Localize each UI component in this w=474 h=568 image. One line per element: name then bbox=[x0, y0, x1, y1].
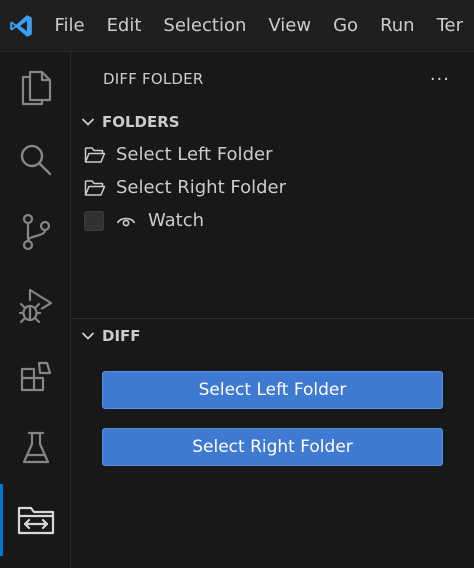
title-bar: File Edit Selection View Go Run Ter bbox=[0, 0, 474, 52]
vscode-logo-icon bbox=[0, 0, 42, 51]
watch-checkbox[interactable] bbox=[84, 210, 104, 231]
activity-bar bbox=[0, 52, 71, 568]
watch-item[interactable]: Watch bbox=[72, 204, 474, 237]
extensions-icon[interactable] bbox=[0, 340, 71, 412]
diff-section-title: DIFF bbox=[102, 327, 141, 345]
diff-section: DIFF Select Left Folder Select Right Fol… bbox=[72, 320, 474, 466]
menu-file[interactable]: File bbox=[42, 0, 95, 51]
folders-section-header[interactable]: FOLDERS bbox=[72, 106, 474, 138]
more-actions-icon[interactable]: ··· bbox=[430, 69, 450, 90]
chevron-down-icon bbox=[81, 118, 95, 126]
diff-section-header[interactable]: DIFF bbox=[72, 320, 474, 352]
search-icon[interactable] bbox=[0, 124, 71, 196]
sidebar-header: DIFF FOLDER ··· bbox=[72, 52, 474, 106]
folder-icon bbox=[84, 146, 106, 164]
section-divider bbox=[72, 318, 474, 319]
menu-view[interactable]: View bbox=[257, 0, 322, 51]
watch-label: Watch bbox=[148, 210, 205, 231]
menu-bar: File Edit Selection View Go Run Ter bbox=[42, 0, 474, 51]
folder-icon bbox=[84, 179, 106, 197]
source-control-icon[interactable] bbox=[0, 196, 71, 268]
sidebar: DIFF FOLDER ··· FOLDERS Select Left Fold… bbox=[72, 52, 474, 568]
menu-run[interactable]: Run bbox=[369, 0, 426, 51]
select-left-folder-item[interactable]: Select Left Folder bbox=[72, 138, 474, 171]
chevron-down-icon bbox=[81, 332, 95, 340]
select-right-folder-item[interactable]: Select Right Folder bbox=[72, 171, 474, 204]
menu-selection[interactable]: Selection bbox=[152, 0, 257, 51]
select-left-folder-button[interactable]: Select Left Folder bbox=[102, 371, 443, 409]
select-right-folder-button[interactable]: Select Right Folder bbox=[102, 428, 443, 466]
menu-go[interactable]: Go bbox=[322, 0, 369, 51]
testing-icon[interactable] bbox=[0, 412, 71, 484]
select-right-folder-label: Select Right Folder bbox=[116, 177, 286, 198]
select-left-folder-label: Select Left Folder bbox=[116, 144, 273, 165]
run-debug-icon[interactable] bbox=[0, 268, 71, 340]
menu-edit[interactable]: Edit bbox=[96, 0, 153, 51]
eye-icon bbox=[116, 212, 138, 230]
menu-terminal[interactable]: Ter bbox=[426, 0, 474, 51]
explorer-icon[interactable] bbox=[0, 52, 71, 124]
diff-folder-icon[interactable] bbox=[0, 484, 71, 556]
sidebar-title: DIFF FOLDER bbox=[103, 70, 204, 88]
folders-section-title: FOLDERS bbox=[102, 113, 180, 131]
